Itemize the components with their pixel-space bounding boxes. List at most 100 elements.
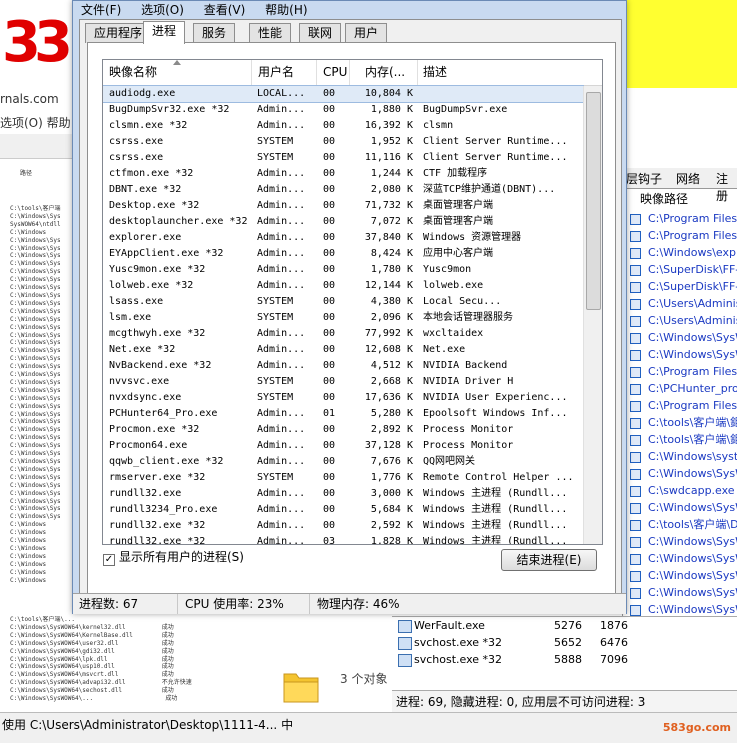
table-row[interactable]: explorer.exe Admin... 00 37,840 K Windows 资源…: [103, 230, 583, 246]
tab-processes[interactable]: 进程: [143, 21, 186, 44]
show-all-users-checkbox[interactable]: ✓: [103, 554, 115, 566]
process-user: Admin...: [257, 520, 306, 531]
image-path-item[interactable]: C:\Windows\explor: [628, 244, 737, 261]
end-process-button[interactable]: 结束进程(E): [501, 549, 597, 571]
table-row[interactable]: clsmn.exe *32 Admin... 00 16,392 K clsmn: [103, 118, 583, 134]
table-row[interactable]: rundll3234_Pro.exe Admin... 00 5,684 K Windo…: [103, 502, 583, 518]
process-user: Admin...: [257, 184, 306, 195]
list-item[interactable]: svchost.exe *32 5888 7096: [392, 651, 737, 668]
menu-help[interactable]: 帮助(H): [265, 3, 307, 17]
table-row[interactable]: lolweb.exe *32 Admin... 00 12,144 K lolweb.e…: [103, 278, 583, 294]
process-name: desktoplauncher.exe *32: [109, 216, 248, 227]
image-path-item[interactable]: C:\tools\客户端\鉅: [628, 414, 737, 431]
table-row[interactable]: Procmon64.exe Admin... 00 37,128 K Process M…: [103, 438, 583, 454]
tab-performance[interactable]: 性能: [249, 23, 292, 43]
column-cpu[interactable]: CPU: [317, 60, 350, 85]
process-cpu: 00: [323, 456, 336, 467]
table-row[interactable]: csrss.exe SYSTEM 00 11,116 K Client Server R…: [103, 150, 583, 166]
image-path-item[interactable]: C:\PCHunter_pro\P: [628, 380, 737, 397]
table-row[interactable]: DBNT.exe *32 Admin... 00 2,080 K 深蓝TCP维护通道(D…: [103, 182, 583, 198]
image-path-item[interactable]: C:\Program Files (x: [628, 397, 737, 414]
process-name: qqwb_client.exe *32: [109, 456, 224, 467]
tab-network[interactable]: 网络: [676, 170, 700, 187]
table-row[interactable]: rundll32.exe *32 Admin... 03 1,828 K Windows…: [103, 534, 583, 544]
image-path-item[interactable]: C:\SuperDisk\FF-F: [628, 278, 737, 295]
table-row[interactable]: nvvsvc.exe SYSTEM 00 2,668 K NVIDIA Driver H: [103, 374, 583, 390]
menu-options[interactable]: 选项(O): [141, 3, 184, 17]
image-path-item[interactable]: C:\Windows\SysW: [628, 533, 737, 550]
image-path-item[interactable]: C:\Windows\SysW: [628, 499, 737, 516]
process-user: Admin...: [257, 168, 306, 179]
image-path-item[interactable]: C:\Windows\SysW: [628, 329, 737, 346]
process-cpu: 00: [323, 264, 336, 275]
image-path-item[interactable]: C:\Windows\SysW: [628, 550, 737, 567]
table-row[interactable]: EYAppClient.exe *32 Admin... 00 8,424 K 应用中心…: [103, 246, 583, 262]
table-row[interactable]: desktoplauncher.exe *32 Admin... 00 7,072 K…: [103, 214, 583, 230]
process-list-scrollbar[interactable]: [583, 86, 602, 544]
table-row[interactable]: rundll32.exe *32 Admin... 00 2,592 K Windows…: [103, 518, 583, 534]
scrollbar-thumb[interactable]: [586, 92, 601, 310]
table-row[interactable]: mcgthwyh.exe *32 Admin... 00 77,992 K wxclta…: [103, 326, 583, 342]
image-path-item[interactable]: C:\Windows\SysW: [628, 346, 737, 363]
image-path-item[interactable]: C:\Program Files (x: [628, 363, 737, 380]
show-all-users-option[interactable]: ✓ 显示所有用户的进程(S): [103, 549, 244, 566]
table-row[interactable]: lsm.exe SYSTEM 00 2,096 K 本地会话管理器服务: [103, 310, 583, 326]
table-row[interactable]: Net.exe *32 Admin... 00 12,608 K Net.exe: [103, 342, 583, 358]
image-path-item[interactable]: C:\tools\客户端\鉅: [628, 431, 737, 448]
process-user: Admin...: [257, 104, 306, 115]
tab-registry[interactable]: 注册: [716, 170, 737, 204]
table-row[interactable]: rmserver.exe *32 SYSTEM 00 1,776 K Remote Co…: [103, 470, 583, 486]
process-user: SYSTEM: [257, 296, 294, 307]
log-line: C:\Windows\SysWOW64\gdi32.dll 成功: [10, 647, 174, 655]
tab-users[interactable]: 用户: [345, 23, 388, 43]
table-row[interactable]: BugDumpSvr32.exe *32 Admin... 00 1,880 K Bug…: [103, 102, 583, 118]
table-row[interactable]: qqwb_client.exe *32 Admin... 00 7,676 K QQ网吧…: [103, 454, 583, 470]
log-line: C:\Windows\SysWOW64\KernelBase.dll 成功: [10, 631, 174, 639]
table-row[interactable]: ctfmon.exe *32 Admin... 00 1,244 K CTF 加载程序: [103, 166, 583, 182]
menu-view[interactable]: 查看(V): [204, 3, 246, 17]
process-name: Desktop.exe *32: [109, 200, 200, 211]
image-path-item[interactable]: C:\Windows\SysW: [628, 584, 737, 601]
table-row[interactable]: PCHunter64_Pro.exe Admin... 01 5,280 K Epool…: [103, 406, 583, 422]
process-cpu: 00: [323, 296, 336, 307]
table-row[interactable]: nvxdsync.exe SYSTEM 00 17,636 K NVIDIA User …: [103, 390, 583, 406]
tab-networking[interactable]: 联网: [299, 23, 342, 43]
image-path-item[interactable]: C:\Windows\SysW: [628, 567, 737, 584]
image-path-item[interactable]: C:\Program Files (x: [628, 210, 737, 227]
image-path-item[interactable]: C:\SuperDisk\FF-F: [628, 261, 737, 278]
table-row[interactable]: NvBackend.exe *32 Admin... 00 4,512 K NVIDIA…: [103, 358, 583, 374]
table-row[interactable]: Desktop.exe *32 Admin... 00 71,732 K 桌面管理客户端: [103, 198, 583, 214]
table-row[interactable]: Procmon.exe *32 Admin... 00 2,892 K Process …: [103, 422, 583, 438]
list-item[interactable]: WerFault.exe 5276 1876: [392, 617, 737, 634]
tab-applications[interactable]: 应用程序: [85, 23, 152, 43]
image-path-item[interactable]: C:\swdcapp.exe: [628, 482, 737, 499]
process-list[interactable]: 映像名称 用户名 CPU 内存(... 描述 audiodg.exe LOCAL.…: [102, 59, 603, 545]
list-item[interactable]: svchost.exe *32 5652 6476: [392, 634, 737, 651]
process-cpu: 00: [323, 312, 336, 323]
table-row[interactable]: csrss.exe SYSTEM 00 1,952 K Client Server Ru…: [103, 134, 583, 150]
process-user: Admin...: [257, 248, 306, 259]
image-path-item[interactable]: C:\Program Files (x: [628, 227, 737, 244]
process-name: PCHunter64_Pro.exe: [109, 408, 218, 419]
process-cpu: 00: [323, 120, 336, 131]
image-path-item[interactable]: C:\tools\客户端\D: [628, 516, 737, 533]
table-row[interactable]: rundll32.exe Admin... 00 3,000 K Windows 主进程…: [103, 486, 583, 502]
process-name: lsass.exe: [109, 296, 164, 307]
tab-services[interactable]: 服务: [193, 23, 236, 43]
menu-file[interactable]: 文件(F): [81, 3, 121, 17]
column-memory[interactable]: 内存(...: [359, 60, 418, 85]
table-row[interactable]: lsass.exe SYSTEM 00 4,380 K Local Secu...: [103, 294, 583, 310]
tab-hooks[interactable]: 层钩子: [626, 170, 662, 187]
image-path-item[interactable]: C:\Windows\SysW: [628, 465, 737, 482]
table-row[interactable]: audiodg.exe LOCAL... 00 10,804 K: [103, 85, 584, 103]
column-user-name[interactable]: 用户名: [252, 60, 317, 85]
process-cpu: 00: [323, 360, 336, 371]
image-path-item[interactable]: C:\Windows\syster: [628, 448, 737, 465]
column-description[interactable]: 描述: [417, 60, 583, 85]
process-cpu: 00: [323, 344, 336, 355]
process-memory: 5,684 K: [370, 504, 413, 515]
table-row[interactable]: Yusc9mon.exe *32 Admin... 00 1,780 K Yusc9mo…: [103, 262, 583, 278]
process-name: svchost.exe *32: [414, 653, 503, 666]
image-path-item[interactable]: C:\Users\Administ: [628, 295, 737, 312]
image-path-item[interactable]: C:\Users\Administ: [628, 312, 737, 329]
